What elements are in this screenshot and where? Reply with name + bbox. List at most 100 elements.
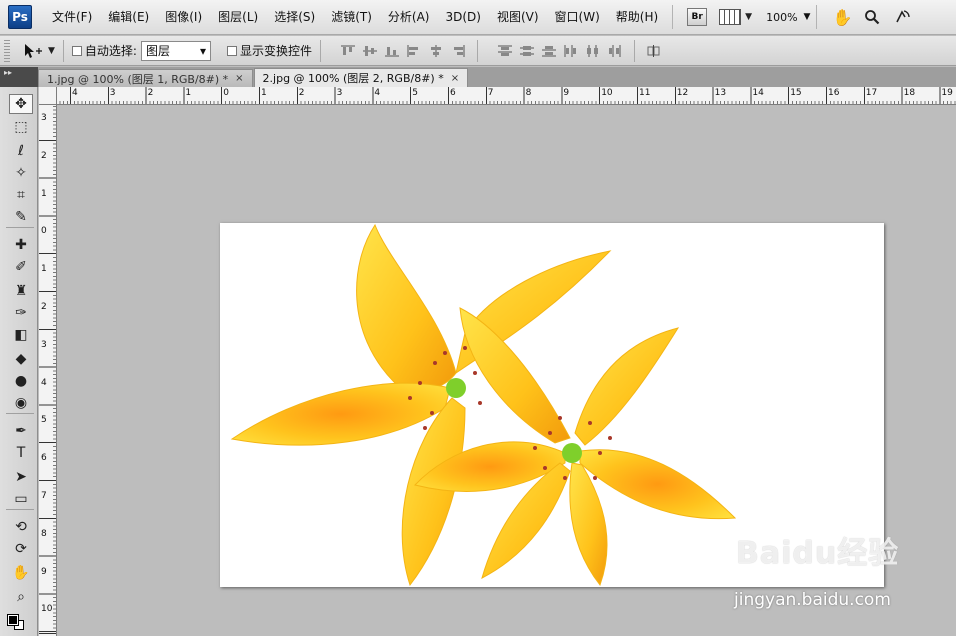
ruler-tick-label: 7 bbox=[487, 88, 494, 98]
align-bottom-icon[interactable] bbox=[381, 42, 403, 60]
auto-select-dropdown[interactable]: 图层 ▾ bbox=[140, 40, 211, 61]
ruler-tick-label: 0 bbox=[41, 226, 47, 237]
ruler-tick-label: 9 bbox=[41, 566, 47, 577]
horizontal-ruler[interactable]: 4 3 2 1 0 1 2 3 4 5 6 7 8 9 10 11 12 13 14 15 16 17 18 19 bbox=[57, 87, 956, 105]
ruler-tick-label: 11 bbox=[639, 88, 651, 98]
align-right-icon[interactable] bbox=[447, 42, 469, 60]
magic-wand-tool[interactable]: ✧ bbox=[9, 163, 33, 183]
bridge-button[interactable]: Br bbox=[687, 8, 708, 26]
ruler-tick-label: 5 bbox=[412, 88, 418, 98]
vertical-ruler[interactable]: 3 2 1 0 1 2 3 4 5 6 7 8 9 10 bbox=[39, 105, 57, 636]
auto-select-value: 图层 bbox=[145, 44, 170, 58]
crop-tool[interactable]: ⌗ bbox=[9, 185, 33, 205]
ruler-origin[interactable] bbox=[39, 87, 57, 105]
ruler-tick-label: 14 bbox=[752, 88, 764, 98]
3d-orbit-tool[interactable]: ⟳ bbox=[9, 539, 33, 559]
ruler-tick-label: 6 bbox=[41, 453, 47, 464]
menu-view[interactable]: 视图(V) bbox=[489, 0, 547, 35]
menu-filter[interactable]: 滤镜(T) bbox=[323, 0, 380, 35]
ruler-tick-label: 15 bbox=[790, 88, 802, 98]
clone-stamp-tool[interactable]: ♜ bbox=[9, 281, 33, 301]
options-bar-grip[interactable] bbox=[4, 39, 10, 62]
foreground-color-swatch[interactable] bbox=[7, 614, 19, 626]
chevron-down-icon: ▼ bbox=[803, 12, 811, 22]
dodge-tool[interactable]: ◉ bbox=[9, 393, 33, 413]
zoom-icon[interactable] bbox=[861, 6, 883, 28]
ruler-tick-label: 8 bbox=[41, 528, 47, 539]
chevron-down-icon: ▼ bbox=[48, 45, 55, 56]
document-tab-strip: ▸▸ 1.jpg @ 100% (图层 1, RGB/8#) * × 2.jpg… bbox=[0, 67, 956, 87]
menu-3d[interactable]: 3D(D) bbox=[437, 0, 488, 35]
distribute-left-icon[interactable] bbox=[560, 42, 582, 60]
distribute-bottom-icon[interactable] bbox=[538, 42, 560, 60]
healing-brush-tool[interactable]: ✚ bbox=[9, 235, 33, 255]
tab-document-2[interactable]: 2.jpg @ 100% (图层 2, RGB/8#) * × bbox=[253, 68, 469, 87]
ruler-tick-label: 2 bbox=[41, 302, 47, 312]
zoom-level-value: 100% bbox=[766, 10, 798, 24]
menu-select[interactable]: 选择(S) bbox=[266, 0, 323, 35]
collapse-panel-icon[interactable]: ▸▸ bbox=[0, 67, 38, 87]
marquee-tool[interactable]: ⬚ bbox=[9, 117, 33, 137]
align-buttons bbox=[337, 42, 469, 60]
menu-window[interactable]: 窗口(W) bbox=[547, 0, 608, 35]
tool-preset-picker[interactable]: ▼ bbox=[22, 42, 55, 60]
close-icon[interactable]: × bbox=[451, 73, 459, 84]
align-left-icon[interactable] bbox=[403, 42, 425, 60]
type-tool[interactable]: T bbox=[9, 443, 33, 463]
options-separator bbox=[476, 39, 478, 62]
ruler-tick-label: 18 bbox=[903, 88, 916, 98]
show-transform-label: 显示变换控件 bbox=[239, 44, 312, 58]
tool-separator bbox=[6, 227, 34, 228]
brush-tool[interactable]: ✐ bbox=[9, 257, 33, 277]
ruler-tick-label: 4 bbox=[374, 88, 381, 98]
move-icon bbox=[25, 43, 42, 58]
zoom-tool[interactable]: ⌕ bbox=[9, 587, 33, 607]
ruler-tick-label: 4 bbox=[72, 88, 78, 98]
path-selection-tool[interactable]: ➤ bbox=[9, 467, 33, 487]
menu-help[interactable]: 帮助(H) bbox=[608, 0, 666, 35]
rotate-view-icon[interactable] bbox=[891, 6, 913, 28]
move-tool[interactable]: ✥ bbox=[9, 94, 33, 114]
distribute-right-icon[interactable] bbox=[604, 42, 626, 60]
auto-select-checkbox[interactable] bbox=[71, 45, 82, 56]
menu-edit[interactable]: 编辑(E) bbox=[100, 0, 157, 35]
menu-items: 文件(F) 编辑(E) 图像(I) 图层(L) 选择(S) 滤镜(T) 分析(A… bbox=[44, 0, 666, 35]
paint-bucket-tool[interactable]: ◆ bbox=[9, 349, 33, 369]
distribute-top-icon[interactable] bbox=[494, 42, 516, 60]
3d-rotate-tool[interactable]: ⟲ bbox=[9, 517, 33, 537]
align-horizontal-center-icon[interactable] bbox=[425, 42, 447, 60]
ruler-tick-label: 12 bbox=[676, 88, 689, 98]
menu-image[interactable]: 图像(I) bbox=[157, 0, 210, 35]
eraser-tool[interactable]: ◧ bbox=[9, 325, 33, 345]
menu-analysis[interactable]: 分析(A) bbox=[380, 0, 438, 35]
screen-mode-button[interactable]: ▼ bbox=[719, 9, 752, 25]
zoom-level-dropdown[interactable]: 100% ▼ bbox=[766, 11, 810, 24]
lasso-tool[interactable]: ℓ bbox=[9, 141, 33, 161]
ruler-tick-label: 1 bbox=[41, 188, 47, 199]
distribute-horizontal-center-icon[interactable] bbox=[582, 42, 604, 60]
rectangle-tool[interactable]: ▭ bbox=[9, 489, 33, 509]
distribute-center-icon[interactable] bbox=[516, 42, 538, 60]
blur-tool[interactable]: ● bbox=[9, 371, 33, 391]
hand-tool[interactable]: ✋ bbox=[9, 563, 33, 583]
menu-layer[interactable]: 图层(L) bbox=[210, 0, 266, 35]
tab-document-1[interactable]: 1.jpg @ 100% (图层 1, RGB/8#) * × bbox=[38, 69, 253, 87]
options-bar: ▼ 自动选择: 图层 ▾ 显示变换控件 bbox=[0, 36, 956, 66]
hand-icon[interactable]: ✋ bbox=[831, 6, 853, 28]
close-icon[interactable]: × bbox=[235, 73, 243, 84]
pen-tool[interactable]: ✒ bbox=[9, 421, 33, 441]
menu-file[interactable]: 文件(F) bbox=[44, 0, 100, 35]
watermark-url: jingyan.baidu.com bbox=[734, 590, 891, 610]
ruler-tick-label: 2 bbox=[147, 88, 154, 98]
show-transform-checkbox[interactable] bbox=[226, 45, 237, 56]
auto-align-layers-icon[interactable] bbox=[643, 42, 665, 60]
eyedropper-tool[interactable]: ✎ bbox=[9, 207, 33, 227]
ruler-tick-label: 8 bbox=[525, 88, 532, 98]
ruler-tick-label: 1 bbox=[41, 264, 47, 275]
ruler-tick-label: 3 bbox=[336, 88, 343, 98]
history-brush-tool[interactable]: ✑ bbox=[9, 303, 33, 323]
align-top-icon[interactable] bbox=[337, 42, 359, 60]
options-separator bbox=[319, 39, 321, 62]
ruler-tick-label: 0 bbox=[223, 88, 229, 98]
align-vertical-center-icon[interactable] bbox=[359, 42, 381, 60]
